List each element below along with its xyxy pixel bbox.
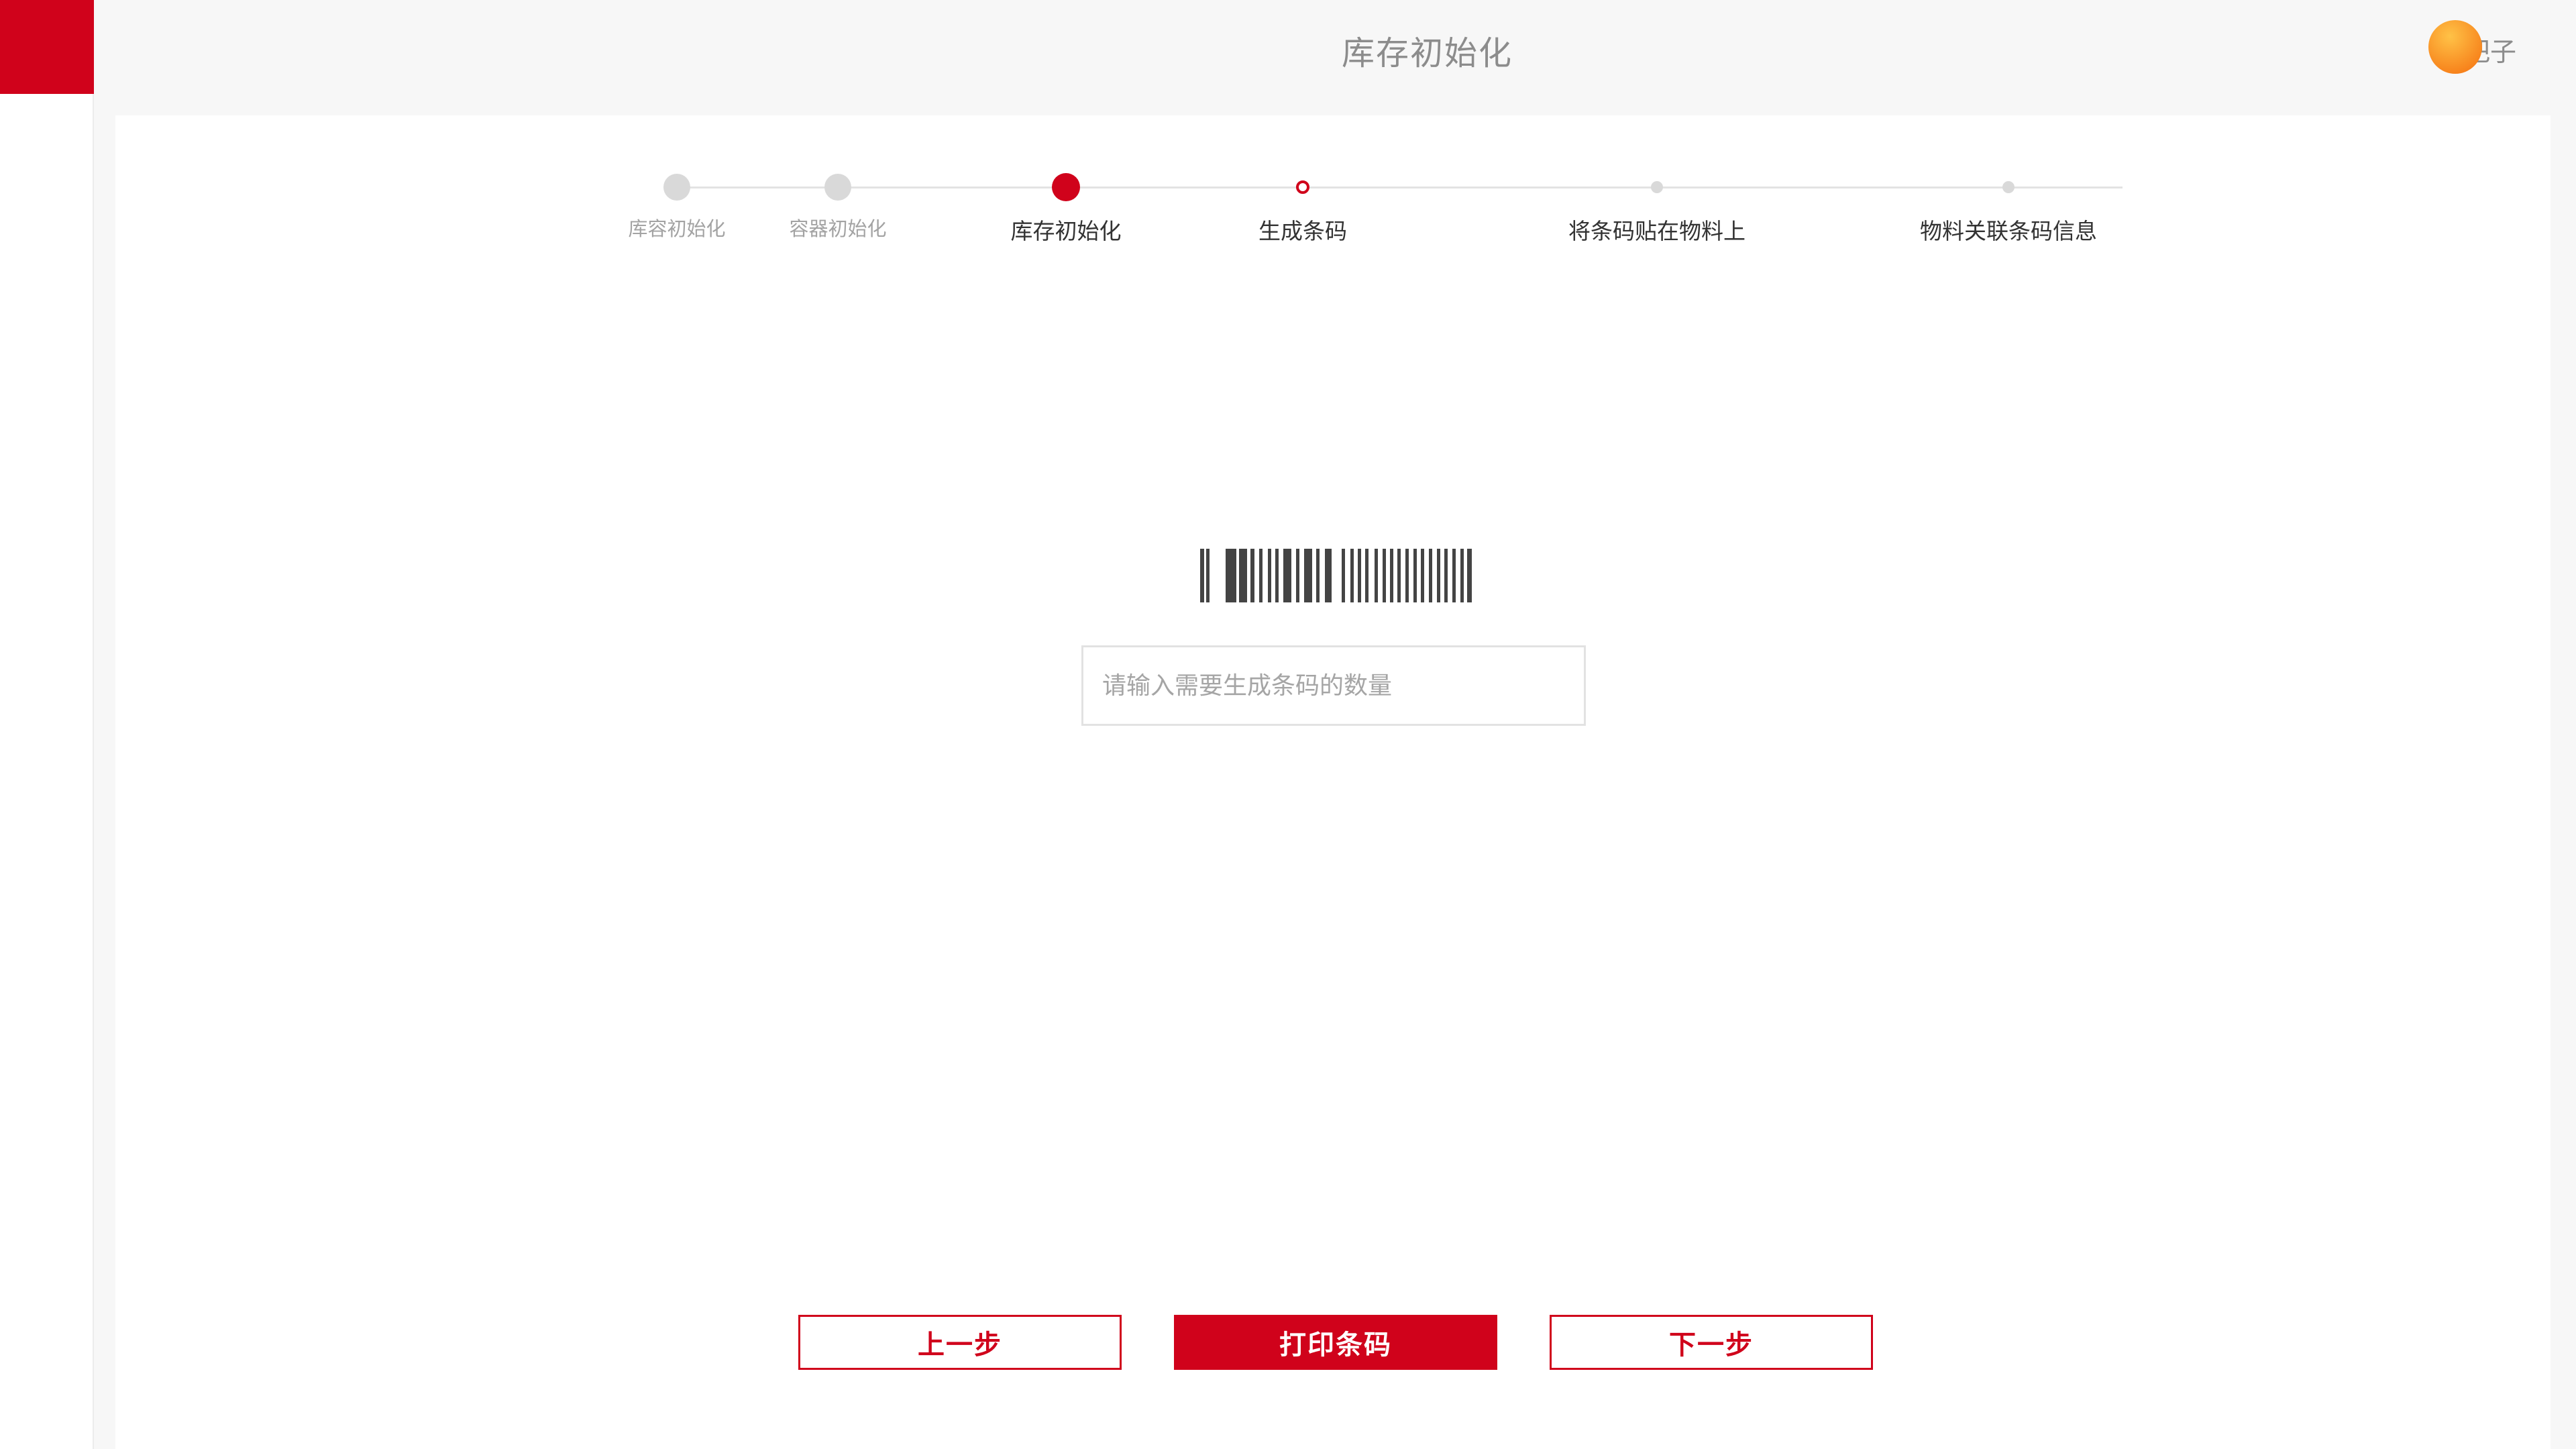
progress-stepper: 库容初始化 容器初始化 库存初始化 生成条码 将条码贴在物料上 物料关联条码信息	[115, 115, 2551, 290]
barcode-icon	[1199, 545, 1474, 605]
app-logo[interactable]	[0, 0, 94, 94]
step-dot-2	[824, 174, 851, 201]
step-dot-1	[663, 174, 690, 201]
print-barcode-button[interactable]: 打印条码	[1174, 1315, 1497, 1370]
main-panel: 库容初始化 容器初始化 库存初始化 生成条码 将条码贴在物料上 物料关联条码信息	[115, 115, 2551, 1449]
step-label-4: 生成条码	[1258, 219, 1347, 244]
step-label-5: 将条码贴在物料上	[1568, 219, 1746, 244]
prev-step-button[interactable]: 上一步	[798, 1315, 1122, 1370]
step-label-3: 库存初始化	[1010, 219, 1122, 244]
top-header: 库存初始化 扛把子	[95, 0, 2576, 115]
step-dot-3	[1052, 173, 1080, 201]
step-label-1: 库容初始化	[628, 219, 726, 240]
step-label-6: 物料关联条码信息	[1920, 219, 2097, 244]
user-avatar[interactable]	[2428, 20, 2482, 74]
page-title: 库存初始化	[1342, 36, 1513, 72]
step-label-2: 容器初始化	[789, 219, 887, 240]
barcode-quantity-input[interactable]	[1081, 645, 1586, 726]
stepper-track	[677, 186, 2123, 189]
left-sidebar	[0, 94, 94, 1449]
next-step-button[interactable]: 下一步	[1550, 1315, 1873, 1370]
step-dot-5	[1651, 181, 1663, 193]
step-dot-4	[1296, 180, 1309, 194]
step-dot-6	[2002, 181, 2015, 193]
